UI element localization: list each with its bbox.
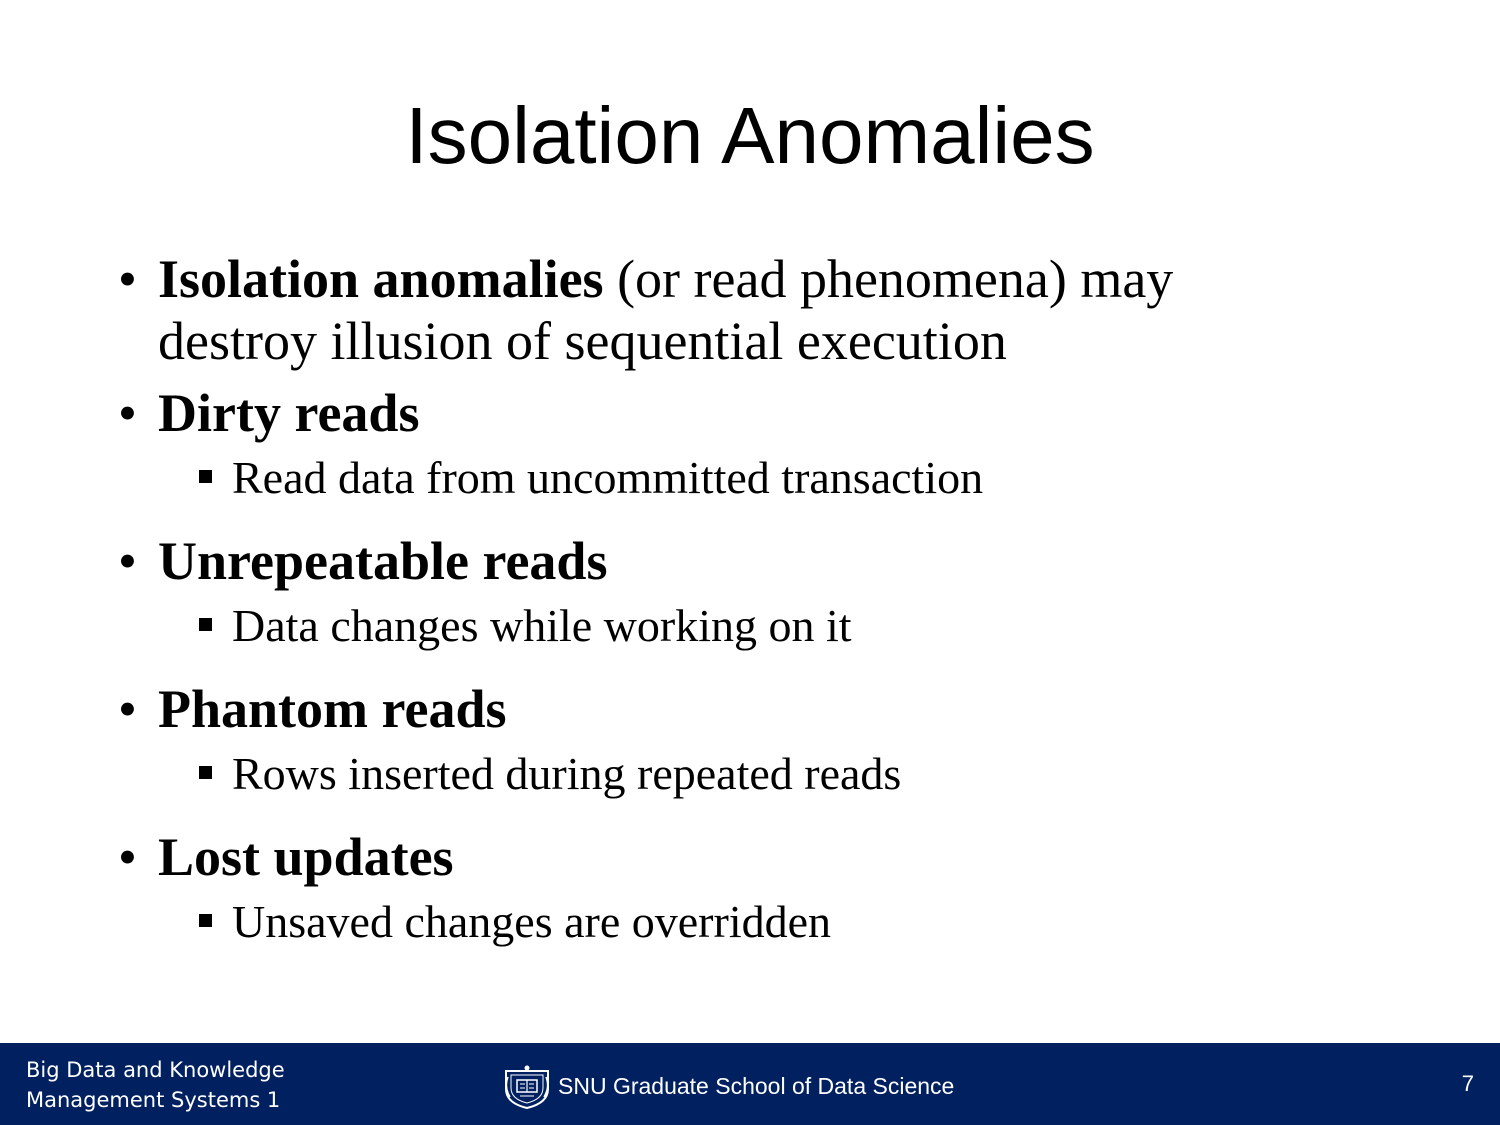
sub-bullet-text: Data changes while working on it: [232, 600, 852, 651]
bullet-list: • Isolation anomalies (or read phenomena…: [118, 248, 1398, 974]
bullet-dot-icon: •: [118, 531, 137, 591]
bullet-bold-text: Dirty reads: [158, 383, 420, 443]
school-name: SNU Graduate School of Data Science: [558, 1072, 955, 1099]
bullet-bold-text: Lost updates: [158, 827, 454, 887]
bullet-bold-text: Isolation anomalies: [158, 249, 604, 309]
sub-bullet-text: Rows inserted during repeated reads: [232, 748, 902, 799]
square-bullet-icon: [199, 914, 212, 927]
sub-bullet-item: Read data from uncommitted transaction: [118, 450, 1398, 506]
page-number: 7: [1461, 1071, 1474, 1096]
bullet-dot-icon: •: [118, 827, 137, 887]
school-branding: SNU Graduate School of Data Science: [502, 1063, 954, 1109]
slide-title: Isolation Anomalies: [405, 91, 1095, 180]
sub-bullet-text: Read data from uncommitted transaction: [232, 452, 984, 503]
slide-footer: Big Data and Knowledge Management System…: [0, 1043, 1500, 1125]
square-bullet-icon: [199, 618, 212, 631]
course-name: Big Data and Knowledge Management System…: [26, 1055, 285, 1115]
bullet-text-continuation: destroy illusion of sequential execution: [158, 311, 1007, 371]
bullet-item: • Phantom reads: [118, 678, 1398, 740]
bullet-item: • Isolation anomalies (or read phenomena…: [118, 248, 1398, 372]
bullet-item: • Dirty reads: [118, 382, 1398, 444]
bullet-text: (or read phenomena) may: [603, 249, 1174, 309]
square-bullet-icon: [199, 766, 212, 779]
bullet-dot-icon: •: [118, 679, 137, 739]
sub-bullet-item: Rows inserted during repeated reads: [118, 746, 1398, 802]
bullet-bold-text: Phantom reads: [158, 679, 507, 739]
course-name-line1: Big Data and Knowledge: [26, 1058, 285, 1082]
square-bullet-icon: [199, 470, 212, 483]
sub-bullet-item: Unsaved changes are overridden: [118, 894, 1398, 950]
bullet-dot-icon: •: [118, 249, 137, 309]
bullet-item: • Lost updates: [118, 826, 1398, 888]
sub-bullet-item: Data changes while working on it: [118, 598, 1398, 654]
bullet-bold-text: Unrepeatable reads: [158, 531, 608, 591]
bullet-item: • Unrepeatable reads: [118, 530, 1398, 592]
bullet-dot-icon: •: [118, 383, 137, 443]
snu-seal-icon: [505, 1065, 549, 1109]
sub-bullet-text: Unsaved changes are overridden: [232, 896, 832, 947]
course-name-line2: Management Systems 1: [26, 1088, 281, 1112]
